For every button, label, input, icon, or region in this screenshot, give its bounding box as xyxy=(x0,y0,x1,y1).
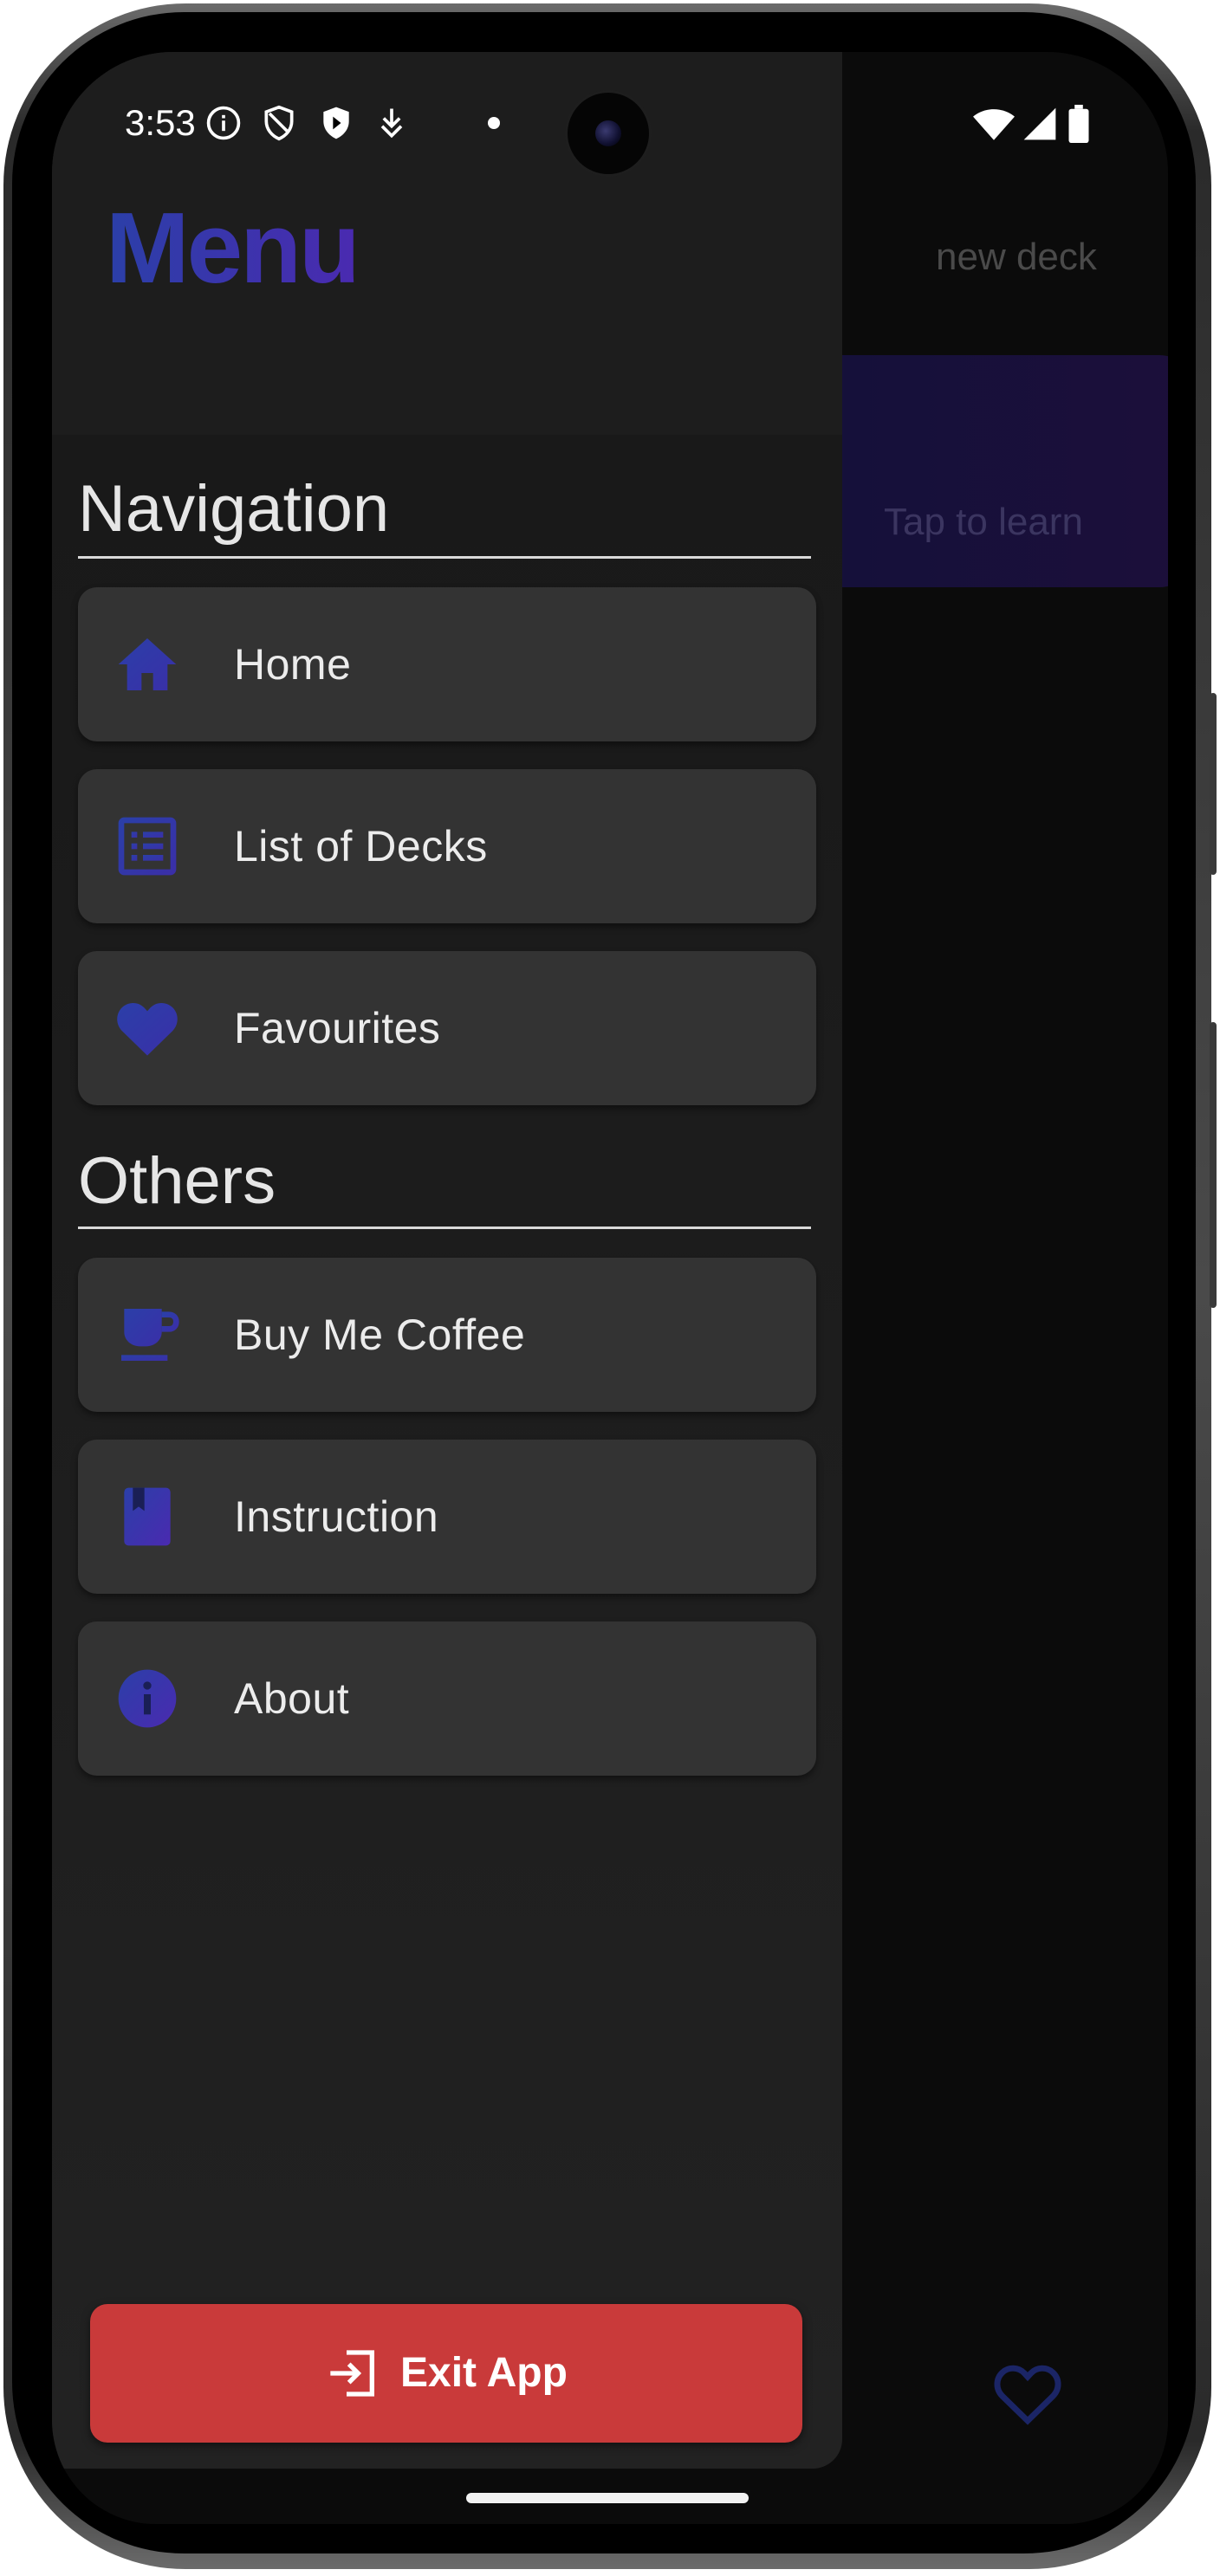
shield-outline-icon xyxy=(264,105,294,141)
shield-filled-icon xyxy=(323,107,349,139)
menu-item-label: About xyxy=(234,1674,350,1723)
front-camera xyxy=(565,90,652,177)
menu-item-instruction[interactable]: Instruction xyxy=(78,1440,816,1594)
heart-outline-icon[interactable] xyxy=(991,2359,1064,2425)
wifi-icon xyxy=(973,109,1015,140)
menu-item-home[interactable]: Home xyxy=(78,587,816,741)
heart-icon xyxy=(117,1002,178,1056)
status-time: 3:53 xyxy=(125,102,196,143)
menu-title: Menu xyxy=(106,191,360,304)
menu-item-label: List of Decks xyxy=(234,822,488,871)
menu-item-label: Home xyxy=(234,640,352,689)
home-indicator[interactable] xyxy=(466,2493,749,2503)
info-icon xyxy=(118,1669,177,1728)
menu-item-label: Instruction xyxy=(234,1492,439,1541)
menu-item-favourites[interactable]: Favourites xyxy=(78,951,816,1105)
home-icon xyxy=(118,638,177,690)
exit-icon xyxy=(330,2350,374,2397)
list-icon xyxy=(118,817,177,876)
section-divider xyxy=(78,1227,811,1229)
dot-icon xyxy=(488,117,500,129)
book-icon xyxy=(124,1487,171,1546)
download-arrow-icon xyxy=(380,108,403,139)
screen: new deck Tap to learn Menu Navigation Ho… xyxy=(52,52,1168,2524)
menu-item-about[interactable]: About xyxy=(78,1621,816,1776)
navigation-drawer: Menu Navigation Home List of Decks Favou… xyxy=(52,52,842,2469)
exit-app-label: Exit App xyxy=(400,2350,568,2396)
coffee-cup-icon xyxy=(121,1309,179,1361)
section-title-navigation: Navigation xyxy=(78,472,390,546)
exit-app-button[interactable]: Exit App xyxy=(90,2304,802,2443)
menu-item-list-of-decks[interactable]: List of Decks xyxy=(78,769,816,923)
menu-item-label: Favourites xyxy=(234,1004,441,1052)
new-deck-button[interactable]: new deck xyxy=(936,236,1097,279)
power-button xyxy=(1210,1022,1217,1308)
menu-item-buy-me-coffee[interactable]: Buy Me Coffee xyxy=(78,1258,816,1412)
section-title-others: Others xyxy=(78,1144,276,1218)
battery-icon xyxy=(1068,104,1089,144)
menu-item-label: Buy Me Coffee xyxy=(234,1311,526,1359)
info-icon xyxy=(206,106,241,140)
learn-card-label: Tap to learn xyxy=(884,501,1083,543)
volume-button xyxy=(1210,693,1217,875)
section-divider xyxy=(78,556,811,559)
cellular-signal-icon xyxy=(1023,107,1056,140)
